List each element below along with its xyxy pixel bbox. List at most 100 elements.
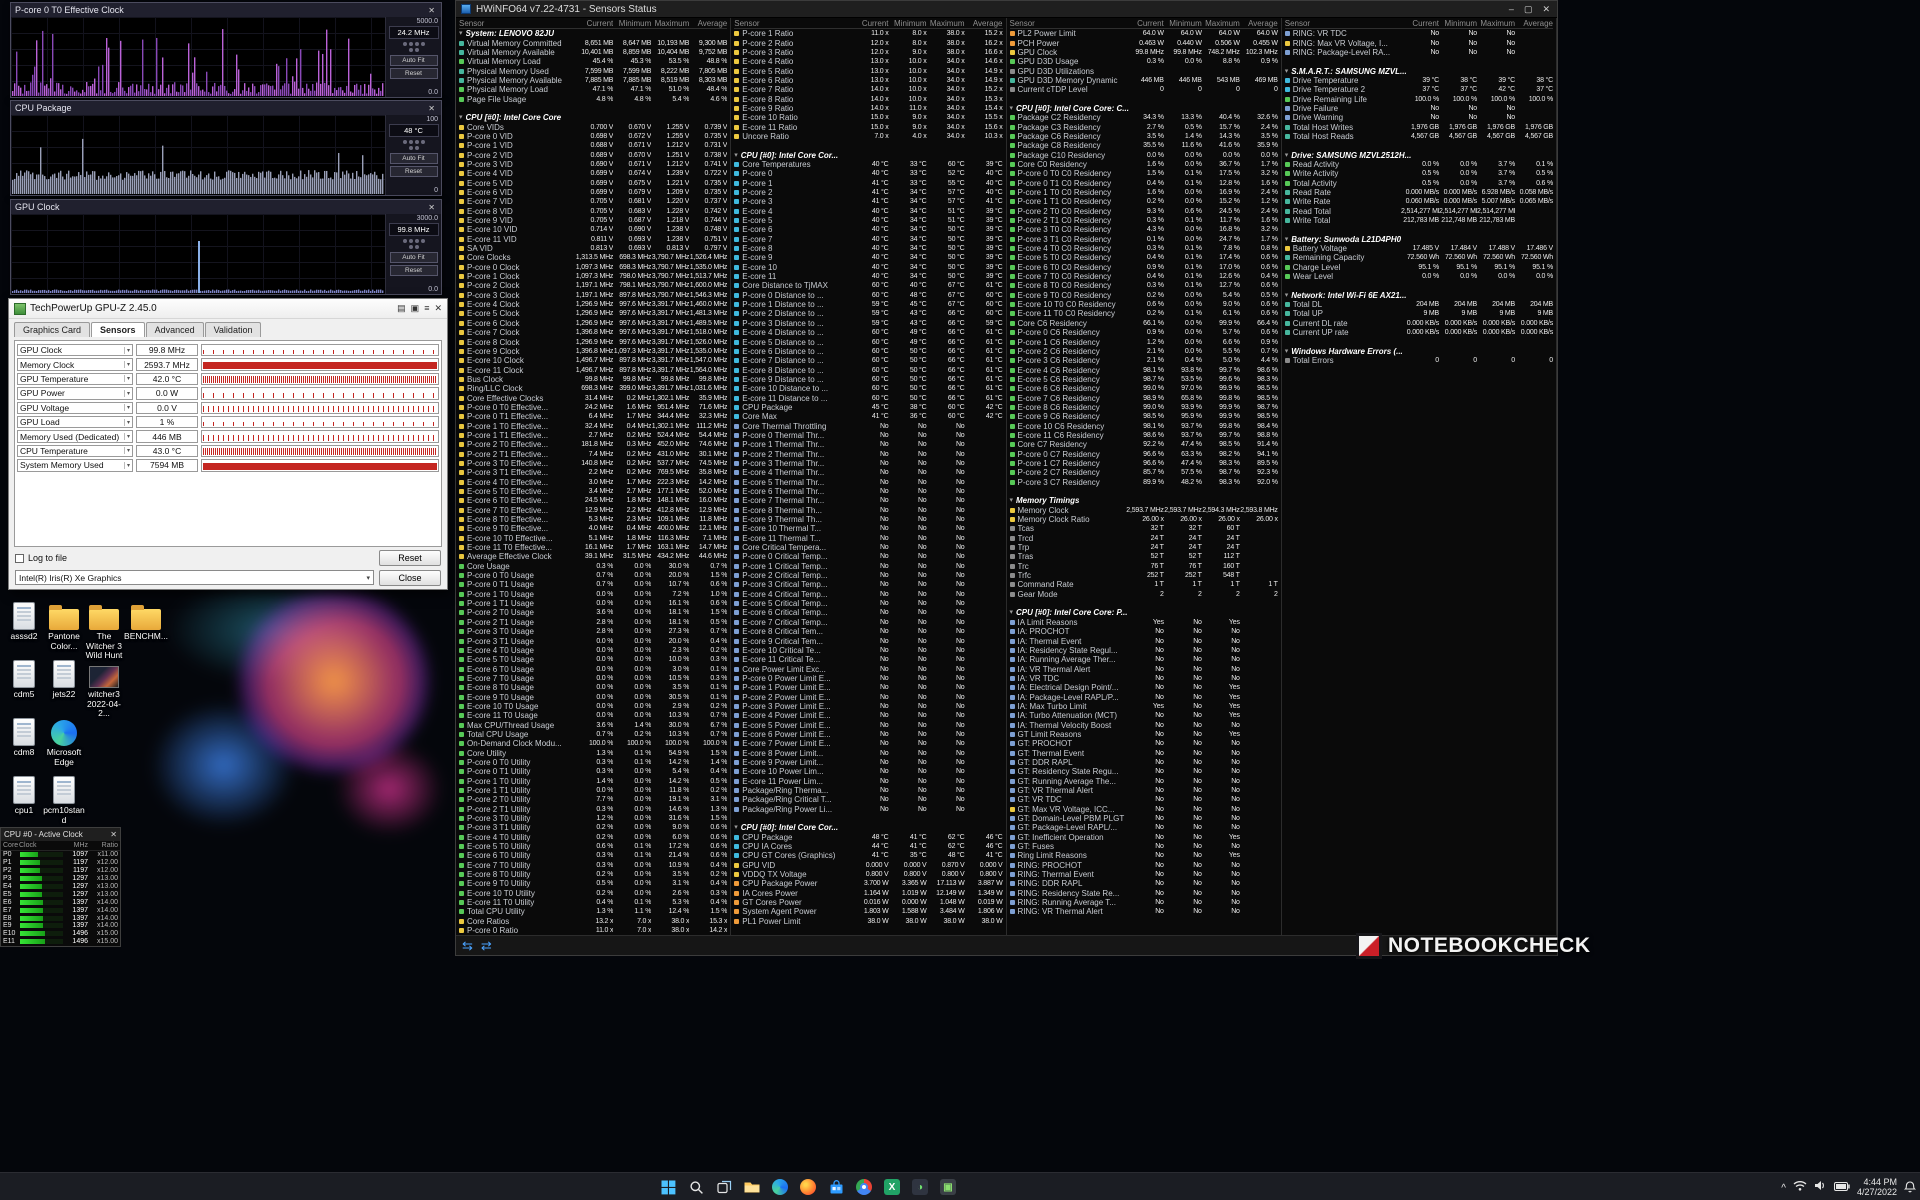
sensor-row[interactable]: E-core 6 T0 Utility0.3 %0.1 %21.4 %0.6 % [459,851,727,860]
sensor-row[interactable]: P-core 1 C6 Residency1.2 %0.0 %6.6 %0.9 … [1010,337,1278,346]
sensor-row[interactable]: GT: FusesNoNoNo [1010,842,1278,851]
sensor-row[interactable]: E-core 9 Distance to ...60 °C50 °C66 °C6… [734,375,1002,384]
sensor-row[interactable]: E-core 5 Clock1,296.9 MHz997.6 MHz3,391.… [459,309,727,318]
sensor-row[interactable]: Drive Temperature39 °C38 °C39 °C38 °C [1285,76,1553,85]
sensor-select[interactable]: GPU Temperature▾ [17,373,133,386]
sensor-row[interactable]: CPU Package Power3.700 W3.365 W17.113 W3… [734,879,1002,888]
sensor-row[interactable]: E-core 10 T0 Effective...5.1 MHz1.8 MHz1… [459,534,727,543]
sensor-row[interactable]: E-core 8 T0 Effective...5.3 MHz2.3 MHz10… [459,515,727,524]
sensor-row[interactable]: E-core 9 Power Limit...NoNoNo [734,758,1002,767]
sensor-row[interactable]: P-core 0 C6 Residency0.9 %0.0 %5.7 %0.6 … [1010,328,1278,337]
sensor-row[interactable]: E-core 11 T0 Usage0.0 %0.0 %10.3 %0.7 % [459,711,727,720]
active-clock-titlebar[interactable]: CPU #0 - Active Clock ✕ [1,828,120,841]
graph-window-titlebar[interactable]: P-core 0 T0 Effective Clock✕ [11,3,441,17]
sensor-row[interactable]: Package/Ring Critical T...NoNoNo [734,795,1002,804]
sensor-row[interactable]: E-core 10 C6 Residency98.1 %93.7 %99.8 %… [1010,421,1278,430]
collapse-icon[interactable]: ▾ [459,29,463,38]
sensor-row[interactable]: E-core 7 Power Limit E...NoNoNo [734,739,1002,748]
sensor-row[interactable]: E-core 1040 °C34 °C50 °C39 °C [734,263,1002,272]
sensor-section-row[interactable]: ▾Battery: Sunwoda L21D4PH0 [1285,235,1553,244]
sensor-row[interactable]: E-core 8 T0 Usage0.0 %0.0 %3.5 %0.1 % [459,683,727,692]
search-icon[interactable] [684,1175,708,1199]
sensor-row[interactable]: Core Temperatures40 °C33 °C60 °C39 °C [734,160,1002,169]
sensor-row[interactable]: P-core 2 Ratio12.0 x8.0 x38.0 x16.2 x [734,38,1002,47]
sensor-row[interactable]: P-core 1 T0 C0 Residency1.6 %0.0 %16.9 %… [1010,188,1278,197]
sensor-row[interactable]: Package/Ring Therma...NoNoNo [734,786,1002,795]
sensor-row[interactable]: P-core 0 T1 Utility0.3 %0.0 %5.4 %0.4 % [459,767,727,776]
sensor-row[interactable]: E-core 540 °C34 °C51 °C39 °C [734,216,1002,225]
sensor-row[interactable]: P-core 0 VID0.698 V0.672 V1.255 V0.735 V [459,132,727,141]
sensor-row[interactable]: P-core 1 Critical Temp...NoNoNo [734,562,1002,571]
sensor-row[interactable]: P-core 0 T0 C0 Residency1.5 %0.1 %17.5 %… [1010,169,1278,178]
sensor-row[interactable]: P-core 1 Thermal Thr...NoNoNo [734,440,1002,449]
sensor-row[interactable]: Total Activity0.5 %0.0 %3.7 %0.6 % [1285,179,1553,188]
sensor-row[interactable]: E-core 11 Clock1,496.7 MHz897.8 MHz3,391… [459,365,727,374]
desktop-icon-asssd2[interactable]: asssd2 [2,600,46,642]
graph-style-options[interactable] [401,238,427,250]
sensor-row[interactable]: Drive FailureNoNoNo [1285,104,1553,113]
sensor-row[interactable]: P-core 0 Critical Temp...NoNoNo [734,552,1002,561]
sensor-row[interactable]: Trc76 T76 T160 T [1010,562,1278,571]
collapse-icon[interactable]: ▾ [1285,291,1289,300]
sensor-row[interactable]: P-core 0 Clock1,097.3 MHz698.3 MHz3,790.… [459,263,727,272]
sensor-row[interactable]: E-core 9 Critical Tem...NoNoNo [734,636,1002,645]
sensor-row[interactable]: Tras52 T52 T112 T [1010,552,1278,561]
sensor-row[interactable]: E-core 4 VID0.699 V0.674 V1.239 V0.722 V [459,169,727,178]
sensor-row[interactable]: RING: Max VR Voltage, I...NoNoNo [1285,38,1553,47]
sensor-row[interactable]: E-core 8 Clock1,296.9 MHz997.6 MHz3,391.… [459,337,727,346]
sensor-row[interactable]: E-core 6 T0 Usage0.0 %0.0 %3.0 %0.1 % [459,664,727,673]
sensor-row[interactable]: E-core 5 Critical Temp...NoNoNo [734,599,1002,608]
sensor-row[interactable]: P-core 2 C6 Residency2.1 %0.0 %5.5 %0.7 … [1010,347,1278,356]
sensor-row[interactable]: Core Power Limit Exc...NoNoNo [734,664,1002,673]
desktop-icon-benchm-[interactable]: BENCHM... [124,600,168,642]
sensor-row[interactable]: E-core 7 VID0.705 V0.681 V1.220 V0.737 V [459,197,727,206]
sensor-row[interactable]: P-core 3 T1 Usage0.0 %0.0 %20.0 %0.4 % [459,636,727,645]
close-icon[interactable]: ✕ [426,104,437,113]
sensor-row[interactable]: P-core 3 Power Limit E...NoNoNo [734,702,1002,711]
sensor-row[interactable]: P-core 0 Power Limit E...NoNoNo [734,674,1002,683]
sensor-row[interactable]: E-core 6 Ratio13.0 x10.0 x34.0 x14.9 x [734,76,1002,85]
volume-icon[interactable] [1814,1178,1827,1196]
sensor-row[interactable]: Core Utility1.3 %0.1 %54.9 %1.5 % [459,748,727,757]
sensor-row[interactable]: E-core 5 Ratio13.0 x10.0 x34.0 x14.9 x [734,66,1002,75]
sensor-row[interactable]: P-core 0 T1 Usage0.7 %0.0 %10.7 %0.6 % [459,580,727,589]
desktop-icon-jets22[interactable]: jets22 [42,658,86,700]
sensor-row[interactable]: IA: Electrical Design Point/...NoNoYes [1010,683,1278,692]
sensor-row[interactable]: P-core 2 T1 Utility0.3 %0.0 %14.6 %1.3 % [459,805,727,814]
sensor-row[interactable]: E-core 4 T0 Utility0.2 %0.0 %6.0 %0.6 % [459,833,727,842]
sensor-row[interactable]: Gear Mode2222 [1010,590,1278,599]
start-icon[interactable] [656,1175,680,1199]
sensor-row[interactable]: E-core 4 Ratio13.0 x10.0 x34.0 x14.6 x [734,57,1002,66]
sensor-row[interactable]: P-core 0 Thermal Thr...NoNoNo [734,431,1002,440]
sensor-row[interactable]: System Agent Power1.803 W1.588 W3.484 W1… [734,907,1002,916]
sensor-row[interactable]: Physical Memory Used7,599 MB7,599 MB8,22… [459,66,727,75]
sensor-row[interactable]: GT: Inefficient OperationNoNoYes [1010,833,1278,842]
collapse-icon[interactable]: ▾ [734,823,738,832]
sensor-row[interactable]: P-core 2 T0 Effective...181.8 MHz0.3 MHz… [459,440,727,449]
sensor-row[interactable]: Core Distance to TjMAX60 °C40 °C67 °C61 … [734,281,1002,290]
sensor-row[interactable]: E-core 9 C6 Residency98.5 %95.9 %99.9 %9… [1010,412,1278,421]
sensor-section-row[interactable]: ▾CPU [#0]: Intel Core Core: P... [1010,608,1278,617]
sensor-row[interactable]: E-core 11 T0 Effective...16.1 MHz1.7 MHz… [459,543,727,552]
sensor-select[interactable]: Memory Used (Dedicated)▾ [17,430,133,443]
sensor-row[interactable]: E-core 10 Distance to ...60 °C50 °C66 °C… [734,384,1002,393]
sensor-row[interactable]: P-core 2 Clock1,197.1 MHz798.1 MHz3,790.… [459,281,727,290]
sensor-row[interactable]: GT: PROCHOTNoNoNo [1010,739,1278,748]
sensor-row[interactable]: P-core 3 Clock1,197.1 MHz897.8 MHz3,790.… [459,291,727,300]
auto-fit-button[interactable]: Auto Fit [390,252,438,263]
sensor-row[interactable]: E-core 5 T0 Usage0.0 %0.0 %10.0 %0.3 % [459,655,727,664]
sensor-section-row[interactable]: ▾CPU [#0]: Intel Core Core: C... [1010,104,1278,113]
sensor-row[interactable]: E-core 6 T0 C0 Residency0.9 %0.1 %17.0 %… [1010,263,1278,272]
sensor-row[interactable]: P-core 1 T0 Effective...32.4 MHz0.4 MHz1… [459,421,727,430]
swap-columns-icon[interactable]: ⇆ [462,939,473,952]
sensor-row[interactable]: Package C3 Residency2.7 %0.5 %15.7 %2.4 … [1010,122,1278,131]
sensor-row[interactable]: IA: PROCHOTNoNoNo [1010,627,1278,636]
excel-icon[interactable]: X [880,1175,904,1199]
sensor-row[interactable]: Memory Clock Ratio26.00 x26.00 x26.00 x2… [1010,515,1278,524]
sensor-row[interactable]: Uncore Ratio7.0 x4.0 x34.0 x10.3 x [734,132,1002,141]
sensor-row[interactable]: Package C10 Residency0.0 %0.0 %0.0 %0.0 … [1010,150,1278,159]
sensor-row[interactable]: P-core 2 VID0.689 V0.670 V1.251 V0.738 V [459,150,727,159]
chrome-icon[interactable] [852,1175,876,1199]
sensor-row[interactable]: GPU D3D Memory Dynamic446 MB446 MB543 MB… [1010,76,1278,85]
sensor-row[interactable]: GPU D3D Utilizations [1010,66,1278,75]
